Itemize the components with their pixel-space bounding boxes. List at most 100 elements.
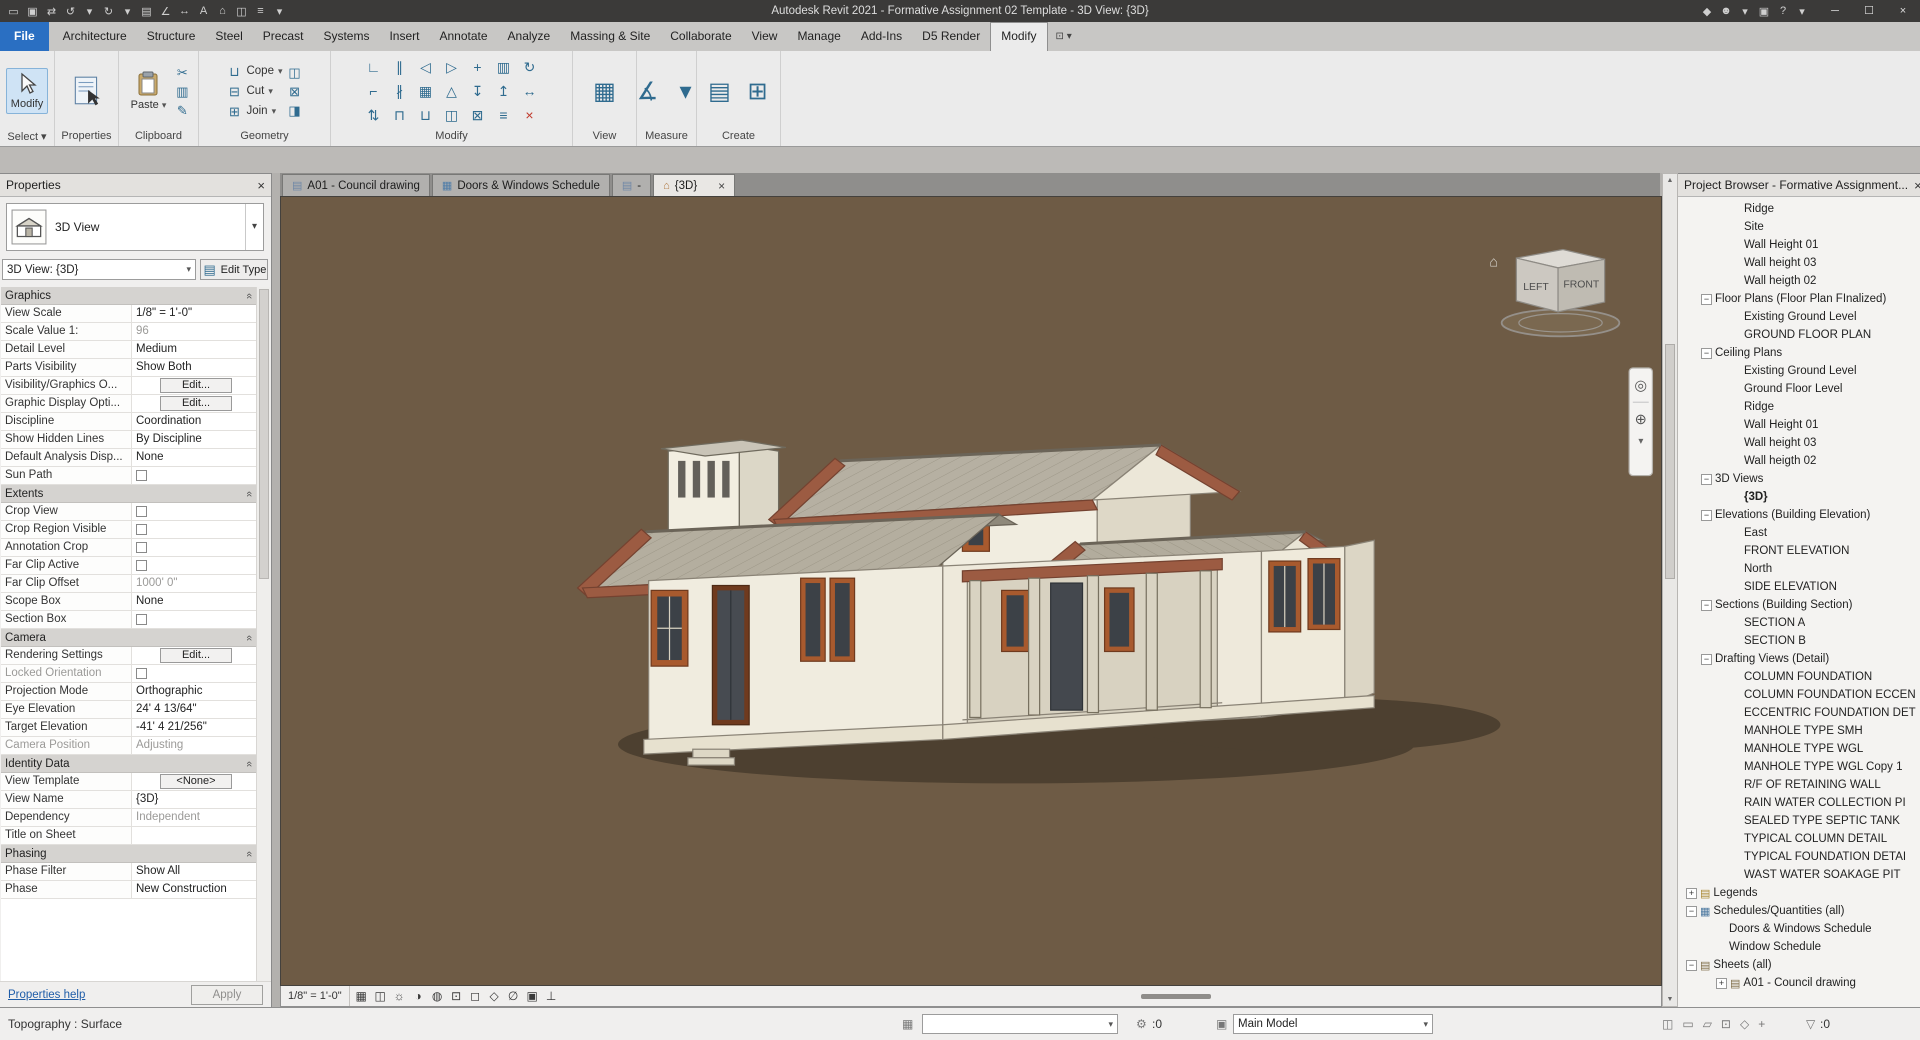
panel-caption-create[interactable]: Create <box>697 130 780 145</box>
tree-item-eccentric-foundation-det[interactable]: ECCENTRIC FOUNDATION DET <box>1678 704 1920 722</box>
properties-scrollbar-thumb[interactable] <box>259 289 269 579</box>
drawing-area[interactable]: LEFT FRONT ⌂ ◎ ⊕ ▾ <box>280 196 1662 986</box>
navigation-bar[interactable]: ◎ ⊕ ▾ <box>1629 368 1652 476</box>
communication-center-icon[interactable]: ◆ <box>1701 5 1713 18</box>
cope-dropdown-icon[interactable]: ▾ <box>278 66 283 77</box>
unpin-icon[interactable]: ↥ <box>491 79 517 103</box>
property-value[interactable] <box>132 503 256 520</box>
properties-help-link[interactable]: Properties help <box>8 989 85 1001</box>
collapse-group-icon[interactable]: « <box>243 490 255 496</box>
match-icon[interactable]: ↔ <box>517 79 543 103</box>
collapse-node-icon[interactable]: − <box>1701 654 1712 665</box>
property-value[interactable]: Independent <box>132 809 256 826</box>
tree-item-sealed-type-septic-tank[interactable]: SEALED TYPE SEPTIC TANK <box>1678 812 1920 830</box>
collapse-node-icon[interactable]: − <box>1701 348 1712 359</box>
default-3d-view-icon[interactable]: ⌂ <box>213 5 232 17</box>
show-constraints-icon[interactable]: ⊥ <box>542 989 561 1003</box>
save-icon[interactable]: ▣ <box>23 5 42 18</box>
tree-item-side-elevation[interactable]: SIDE ELEVATION <box>1678 578 1920 596</box>
property-value[interactable]: 96 <box>132 323 256 340</box>
project-browser-scrollbar[interactable]: ▲ ▼ <box>1662 173 1678 1007</box>
collapse-node-icon[interactable]: − <box>1701 474 1712 485</box>
print-icon[interactable]: ▤ <box>137 5 156 18</box>
show-crop-region-icon[interactable]: ◻ <box>466 989 485 1003</box>
scrollbar-thumb[interactable] <box>1665 344 1675 579</box>
create-similar-icon[interactable]: ⊞ <box>743 77 773 106</box>
collapse-node-icon[interactable]: − <box>1701 510 1712 521</box>
view-selector-dropdown-icon[interactable]: ▾ <box>186 264 191 275</box>
property-group-extents[interactable]: Extents« <box>1 485 256 503</box>
tree-item-elevations-building-elevation[interactable]: −Elevations (Building Elevation) <box>1678 506 1920 524</box>
swap-icon[interactable]: ⇅ <box>361 103 387 127</box>
property-value[interactable]: {3D} <box>132 791 256 808</box>
tree-item-legends[interactable]: +▤Legends <box>1678 884 1920 902</box>
navbar-dropdown-icon[interactable]: ▾ <box>1638 436 1643 447</box>
create-group-icon[interactable]: ▤ <box>705 77 735 106</box>
visual-style-icon[interactable]: ◫ <box>371 989 390 1003</box>
trim-extend-icon[interactable]: ⌐ <box>361 79 387 103</box>
property-value[interactable]: Coordination <box>132 413 256 430</box>
property-value[interactable]: New Construction <box>132 881 256 898</box>
panel-caption-geometry[interactable]: Geometry <box>199 130 330 145</box>
match-type-properties-icon[interactable]: ✎ <box>174 103 190 118</box>
view-selector[interactable]: 3D View: {3D} ▾ <box>2 259 196 280</box>
collapse-group-icon[interactable]: « <box>243 634 255 640</box>
ribbon-tab-collaborate[interactable]: Collaborate <box>660 22 741 51</box>
crop-view-icon[interactable]: ⊡ <box>447 989 466 1003</box>
collapse-group-icon[interactable]: « <box>243 760 255 766</box>
paste-button[interactable]: Paste ▾ <box>127 68 171 114</box>
workset-dropdown-icon[interactable]: ▾ <box>1108 1019 1113 1030</box>
tree-item-schedules-quantities-all[interactable]: −▦Schedules/Quantities (all) <box>1678 902 1920 920</box>
measure-dropdown-icon[interactable]: ▾ <box>671 77 701 106</box>
ribbon-tab-systems[interactable]: Systems <box>313 22 379 51</box>
worksets-icon[interactable]: ▦ <box>902 1017 913 1031</box>
property-value[interactable]: 1000' 0" <box>132 575 256 592</box>
detail-level-icon[interactable]: ▦ <box>352 989 371 1003</box>
panel-caption-measure[interactable]: Measure <box>637 130 696 145</box>
cut-profile-icon[interactable]: ⊓ <box>387 103 413 127</box>
ribbon-tab-manage[interactable]: Manage <box>787 22 850 51</box>
property-value[interactable]: Edit... <box>132 647 256 664</box>
tree-item-wall-heigth-02[interactable]: Wall heigth 02 <box>1678 452 1920 470</box>
copy-to-clipboard-icon[interactable]: ▥ <box>174 84 190 99</box>
tree-item-typical-column-detail[interactable]: TYPICAL COLUMN DETAIL <box>1678 830 1920 848</box>
steering-wheel-icon[interactable]: ◎ <box>1634 378 1647 394</box>
maximize-button[interactable]: ☐ <box>1852 0 1886 22</box>
tree-item-manhole-type-wgl[interactable]: MANHOLE TYPE WGL <box>1678 740 1920 758</box>
tree-item-section-a[interactable]: SECTION A <box>1678 614 1920 632</box>
properties-toggle-button[interactable] <box>67 71 107 111</box>
select-links-icon[interactable]: ▭ <box>1682 1017 1693 1031</box>
type-selector-dropdown-icon[interactable]: ▾ <box>245 204 263 250</box>
property-value[interactable]: -41' 4 21/256" <box>132 719 256 736</box>
tree-item-wast-water-soakage-pit[interactable]: WAST WATER SOAKAGE PIT <box>1678 866 1920 884</box>
select-pinned-elements-icon[interactable]: ⊡ <box>1721 1017 1731 1031</box>
tree-item-manhole-type-smh[interactable]: MANHOLE TYPE SMH <box>1678 722 1920 740</box>
cut-button[interactable]: ⊟Cut▾ <box>226 84 282 99</box>
active-workset-select[interactable]: ▾ <box>922 1014 1118 1034</box>
move-icon[interactable]: + <box>465 55 491 79</box>
tree-item-manhole-type-wgl-copy-1[interactable]: MANHOLE TYPE WGL Copy 1 <box>1678 758 1920 776</box>
property-value[interactable]: None <box>132 449 256 466</box>
tree-item-column-foundation-eccen[interactable]: COLUMN FOUNDATION ECCEN <box>1678 686 1920 704</box>
design-options-icon[interactable]: ▣ <box>1216 1017 1227 1031</box>
type-selector[interactable]: 3D View ▾ <box>6 203 264 251</box>
property-value[interactable]: 24' 4 13/64" <box>132 701 256 718</box>
cut-dropdown-icon[interactable]: ▾ <box>268 86 273 97</box>
property-value[interactable]: None <box>132 593 256 610</box>
expand-node-icon[interactable]: + <box>1716 978 1727 989</box>
tree-item-front-elevation[interactable]: FRONT ELEVATION <box>1678 542 1920 560</box>
checkbox[interactable] <box>136 560 147 571</box>
document-tab-a01-council-drawing[interactable]: ▤A01 - Council drawing <box>282 174 430 196</box>
close-project-browser-icon[interactable]: × <box>1908 178 1920 193</box>
properties-scrollbar[interactable] <box>256 287 271 981</box>
zoom-icon[interactable]: ⊕ <box>1635 412 1647 428</box>
property-value[interactable]: 1/8" = 1'-0" <box>132 305 256 322</box>
tree-item-ground-floor-level[interactable]: Ground Floor Level <box>1678 380 1920 398</box>
beam-cutback-icon[interactable]: ⊠ <box>287 84 303 99</box>
delete-icon[interactable]: × <box>517 103 543 127</box>
aligned-dimension-icon[interactable]: ↔ <box>175 5 194 17</box>
ribbon-tab-d5-render[interactable]: D5 Render <box>912 22 990 51</box>
collapse-node-icon[interactable]: − <box>1701 294 1712 305</box>
property-value[interactable] <box>132 467 256 484</box>
property-value[interactable]: By Discipline <box>132 431 256 448</box>
